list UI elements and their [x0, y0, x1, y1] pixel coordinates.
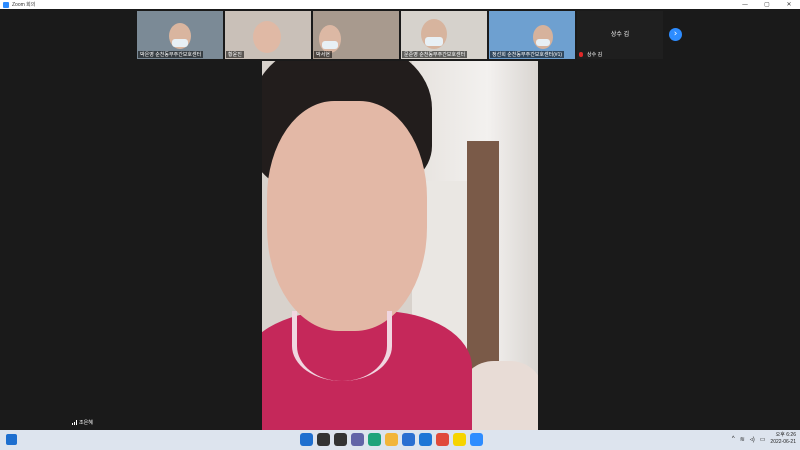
- battery-icon[interactable]: ▭: [760, 436, 766, 443]
- participant-name: 황윤진: [226, 51, 244, 58]
- participant-tile[interactable]: 정선희 순천동부주간보호센터(#1): [489, 11, 575, 59]
- active-speaker-label: 조은혜: [72, 419, 93, 426]
- task-view-icon[interactable]: [334, 433, 347, 446]
- participant-tile[interactable]: 박은영 순천동부주간보호센터: [137, 11, 223, 59]
- speaker-face: [267, 101, 427, 331]
- background-door: [467, 141, 499, 381]
- participant-strip: 박은영 순천동부주간보호센터 황윤진 박서현 문준영 순천동부주간보호센터 정선…: [137, 11, 663, 59]
- muted-mic-icon: [579, 52, 583, 57]
- search-icon[interactable]: [317, 433, 330, 446]
- participant-name: 상수 김: [587, 52, 603, 58]
- participant-name: 정선희 순천동부주간보호센터(#1): [490, 51, 565, 58]
- widgets-icon[interactable]: [6, 434, 17, 445]
- zoom-icon[interactable]: [470, 433, 483, 446]
- active-speaker-name: 조은혜: [79, 420, 93, 426]
- meeting-stage: 박은영 순천동부주간보호센터 황윤진 박서현 문준영 순천동부주간보호센터 정선…: [0, 9, 800, 430]
- participant-name: 문준영 순천동부주간보호센터: [402, 51, 468, 58]
- window-title: Zoom 회의: [12, 2, 36, 8]
- windows-icon[interactable]: [300, 433, 313, 446]
- next-page-button[interactable]: ›: [669, 28, 682, 41]
- background-blanket: [462, 361, 538, 430]
- signal-bars-icon: [72, 420, 77, 425]
- chevron-up-icon[interactable]: ^: [732, 436, 735, 442]
- face-mask: [172, 39, 188, 47]
- windows-taskbar: ^ ≋ ◃) ▭ 오후 6:26 2022-06-21: [0, 430, 800, 450]
- maximize-button[interactable]: ▢: [756, 0, 778, 9]
- clock[interactable]: 오후 6:26 2022-06-21: [770, 432, 796, 446]
- title-bar: Zoom 회의 — ▢ ✕: [0, 0, 800, 9]
- volume-icon[interactable]: ◃): [750, 436, 755, 443]
- speaker-collar: [292, 311, 392, 381]
- participant-tile[interactable]: 문준영 순천동부주간보호센터: [401, 11, 487, 59]
- face-mask: [322, 41, 338, 49]
- participant-name: 박은영 순천동부주간보호센터: [138, 51, 204, 58]
- participant-tile[interactable]: 황윤진: [225, 11, 311, 59]
- clock-time: 오후 6:26: [775, 432, 796, 438]
- minimize-button[interactable]: —: [734, 0, 756, 9]
- kakaotalk-icon[interactable]: [453, 433, 466, 446]
- active-speaker-video: [262, 61, 538, 430]
- close-button[interactable]: ✕: [778, 0, 800, 9]
- taskbar-apps: [300, 433, 483, 446]
- face-mask: [536, 39, 550, 46]
- zoom-app-icon: [3, 1, 9, 8]
- face-mask: [425, 37, 443, 46]
- chevron-right-icon: ›: [673, 29, 678, 39]
- system-tray: ^ ≋ ◃) ▭ 오후 6:26 2022-06-21: [732, 432, 796, 446]
- wifi-icon[interactable]: ≋: [740, 436, 745, 443]
- folder-icon[interactable]: [385, 433, 398, 446]
- chrome-icon[interactable]: [436, 433, 449, 446]
- chat-icon[interactable]: [351, 433, 364, 446]
- store-icon[interactable]: [402, 433, 415, 446]
- clock-date: 2022-06-21: [770, 439, 796, 445]
- participant-face: [253, 21, 281, 53]
- mail-icon[interactable]: [419, 433, 432, 446]
- participant-name: 박서현: [314, 51, 332, 58]
- edge-icon[interactable]: [368, 433, 381, 446]
- participant-tile-no-video[interactable]: 상수 김 상수 김: [577, 11, 663, 59]
- participant-center-name: 상수 김: [610, 32, 630, 38]
- participant-tile[interactable]: 박서현: [313, 11, 399, 59]
